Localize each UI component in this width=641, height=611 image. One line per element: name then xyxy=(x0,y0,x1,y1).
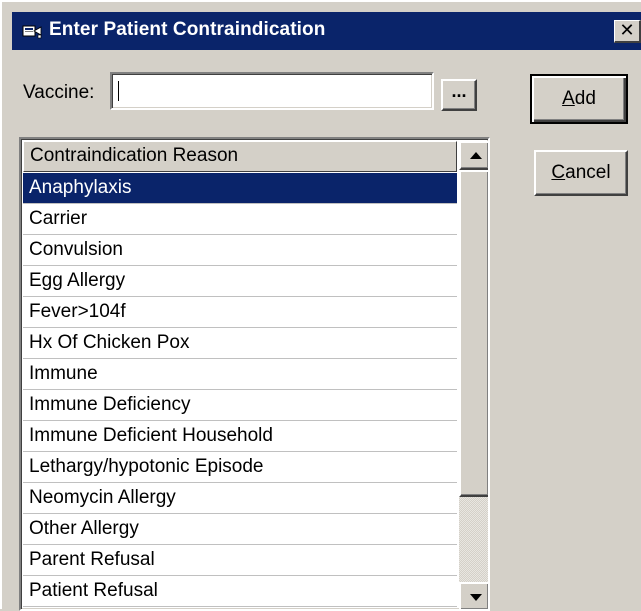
title-bar[interactable]: Enter Patient Contraindication ✕ xyxy=(12,12,641,50)
ellipsis-icon: ... xyxy=(451,81,467,101)
add-accelerator: A xyxy=(562,88,575,109)
list-item[interactable]: Other Allergy xyxy=(23,514,457,545)
contraindication-dialog: Enter Patient Contraindication ✕ Vaccine… xyxy=(0,0,641,611)
vaccine-input[interactable] xyxy=(110,72,434,110)
list-item[interactable]: Patient Refusal xyxy=(23,576,457,607)
list-item[interactable]: Anaphylaxis xyxy=(23,173,457,204)
list-item[interactable]: Neomycin Allergy xyxy=(23,483,457,514)
scrollbar-thumb[interactable] xyxy=(459,170,488,497)
list-item[interactable]: Immune Deficiency xyxy=(23,390,457,421)
app-icon xyxy=(22,25,42,39)
list-item[interactable]: Parent Refusal xyxy=(23,545,457,576)
list-item[interactable]: Fever>104f xyxy=(23,297,457,328)
list-item[interactable]: Hx Of Chicken Pox xyxy=(23,328,457,359)
close-icon: ✕ xyxy=(619,20,635,40)
browse-vaccine-button[interactable]: ... xyxy=(441,79,477,111)
vaccine-label: Vaccine: xyxy=(23,82,95,103)
list-item[interactable]: Immune Deficient Household xyxy=(23,421,457,452)
column-header-reason[interactable]: Contraindication Reason xyxy=(23,141,457,172)
window-title: Enter Patient Contraindication xyxy=(49,19,326,40)
list-item[interactable]: Carrier xyxy=(23,204,457,235)
arrow-up-icon xyxy=(470,152,482,159)
contraindication-list[interactable]: Contraindication Reason Anaphylaxis Carr… xyxy=(19,137,490,611)
list-item[interactable]: Egg Allergy xyxy=(23,266,457,297)
list-rows: Anaphylaxis Carrier Convulsion Egg Aller… xyxy=(23,173,457,607)
cancel-accelerator: C xyxy=(551,162,566,183)
text-caret xyxy=(118,81,119,101)
list-item[interactable]: Convulsion xyxy=(23,235,457,266)
vertical-scrollbar[interactable] xyxy=(459,141,488,609)
scroll-up-button[interactable] xyxy=(459,141,488,170)
close-button[interactable]: ✕ xyxy=(614,20,641,43)
arrow-down-icon xyxy=(470,594,482,601)
scroll-down-button[interactable] xyxy=(459,582,488,609)
add-label-rest: dd xyxy=(574,88,596,109)
list-item[interactable]: Lethargy/hypotonic Episode xyxy=(23,452,457,483)
cancel-label-rest: ancel xyxy=(565,162,611,183)
list-item[interactable]: Immune xyxy=(23,359,457,390)
cancel-button[interactable]: Cancel xyxy=(534,150,628,196)
add-button[interactable]: Add xyxy=(530,74,628,124)
